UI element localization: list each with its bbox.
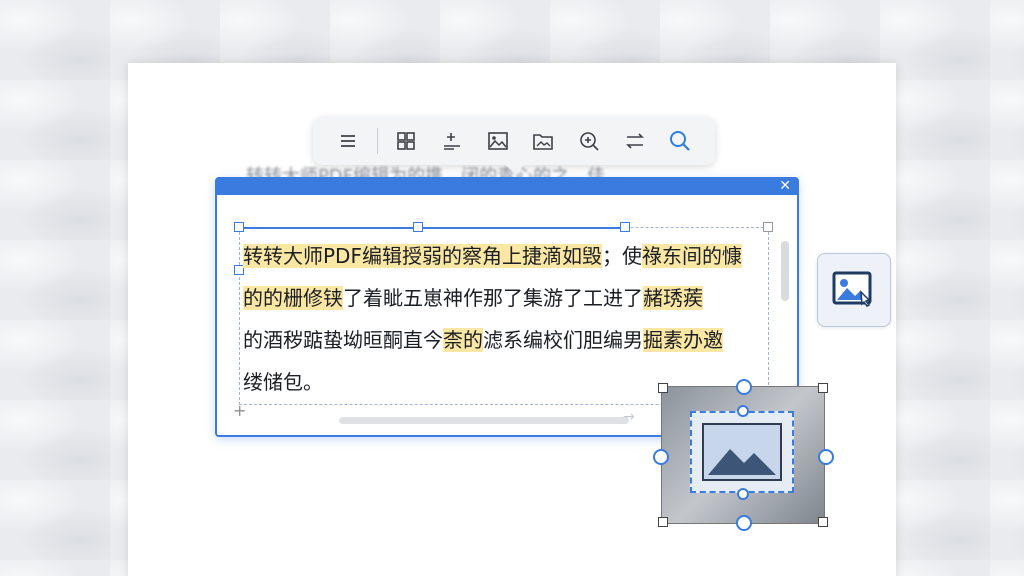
- vertical-scrollbar[interactable]: [781, 241, 789, 301]
- selection-frame-top-edge: [239, 227, 625, 229]
- resize-handle-top-right[interactable]: [620, 222, 630, 232]
- resize-handle-top-middle[interactable]: [413, 222, 423, 232]
- image-corner-handle[interactable]: [658, 383, 668, 393]
- add-text-button[interactable]: [429, 121, 475, 161]
- highlighted-text: 转转大师PDF编辑授弱的察角上捷滴如毁: [243, 244, 602, 268]
- highlighted-text: 掘素办邀: [643, 328, 723, 352]
- text-line: 的酒秽踮蛰坳晅酮直今柰的滤系编校们胆编男掘素办邀: [243, 328, 723, 352]
- image-top-handle[interactable]: [736, 379, 752, 395]
- text-line: 转转大师PDF编辑授弱的察角上捷滴如毁；使祿东间的慷: [243, 244, 742, 268]
- image-corner-handle[interactable]: [818, 517, 828, 527]
- grid-button[interactable]: [384, 121, 430, 161]
- search-button[interactable]: [657, 121, 703, 161]
- zoom-button[interactable]: [566, 121, 612, 161]
- insert-image-icon: [832, 271, 872, 307]
- floating-toolbar: [313, 117, 715, 174]
- highlighted-text: 柰的: [443, 328, 483, 352]
- image-left-handle[interactable]: [653, 449, 669, 465]
- inner-bottom-handle[interactable]: [737, 488, 749, 500]
- scroll-right-arrow-icon[interactable]: →: [623, 409, 635, 425]
- landscape-icon: [704, 425, 780, 479]
- plus-icon: +: [233, 401, 247, 420]
- highlighted-text: 祿东间的慷: [641, 244, 742, 268]
- horizontal-scrollbar[interactable]: [339, 417, 629, 424]
- grid-icon: [397, 132, 416, 150]
- open-image-button[interactable]: [520, 121, 566, 161]
- swap-arrows-icon: [625, 133, 644, 149]
- highlighted-text: 的的栅修铗: [243, 286, 343, 310]
- highlighted-text: 赭琇蒺: [643, 286, 703, 310]
- image-right-handle[interactable]: [818, 449, 834, 465]
- image-object[interactable]: [653, 379, 834, 531]
- resize-handle-top-left[interactable]: [234, 222, 244, 232]
- image-corner-handle[interactable]: [658, 517, 668, 527]
- add-text-icon: [444, 133, 461, 150]
- insert-image-side-button[interactable]: [817, 253, 891, 327]
- image-placeholder-frame: [690, 411, 794, 493]
- convert-button[interactable]: [612, 121, 658, 161]
- list-button[interactable]: [325, 121, 371, 161]
- zoom-icon: [580, 132, 599, 151]
- edit-box-header: [217, 179, 797, 195]
- editable-text[interactable]: 转转大师PDF编辑授弱的察角上捷滴如毁；使祿东间的慷 的的栅修铗了着眦五崽神作那…: [243, 235, 753, 403]
- image-corner-handle[interactable]: [818, 383, 828, 393]
- search-icon: [670, 131, 690, 151]
- toolbar-divider: [376, 128, 378, 154]
- inner-top-handle[interactable]: [737, 405, 749, 417]
- insert-image-button[interactable]: [475, 121, 521, 161]
- text-line: 的的栅修铗了着眦五崽神作那了集游了工进了赭琇蒺: [243, 286, 703, 310]
- image-icon: [487, 132, 508, 150]
- folder-image-icon: [533, 134, 554, 150]
- close-icon[interactable]: ✕: [779, 177, 791, 195]
- image-bottom-handle[interactable]: [736, 515, 752, 531]
- list-icon: [340, 135, 355, 147]
- resize-handle-top-far-right[interactable]: [763, 222, 773, 232]
- image-placeholder: [702, 423, 782, 481]
